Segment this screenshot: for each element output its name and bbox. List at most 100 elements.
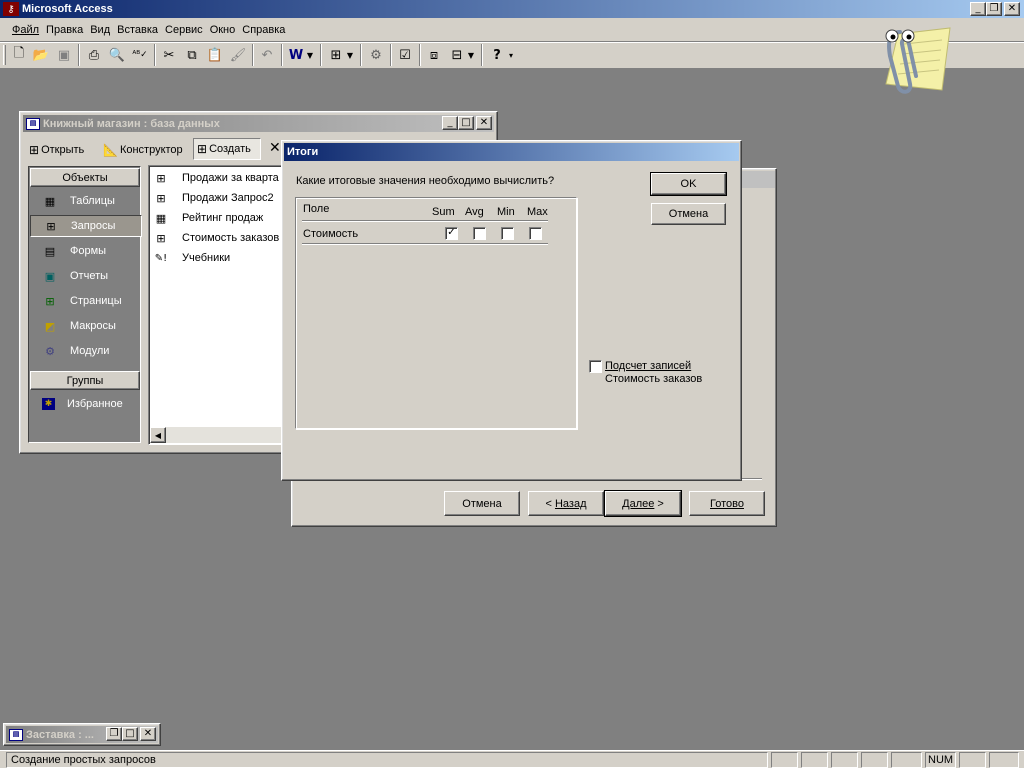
query-icon: ⊞ bbox=[156, 231, 166, 245]
cut-icon[interactable]: ✂ bbox=[158, 44, 180, 66]
wizard-finish-button[interactable]: Готово bbox=[689, 491, 765, 516]
list-item[interactable]: ⊞ Стоимость заказов bbox=[153, 229, 279, 247]
menu-view[interactable]: Вид bbox=[90, 24, 110, 36]
toolbar-grip[interactable] bbox=[3, 45, 6, 65]
query-icon: ⊞ bbox=[156, 171, 166, 185]
toolbar-separator bbox=[252, 44, 254, 66]
minimized-form-icon: ▤ bbox=[9, 728, 23, 741]
menu-help[interactable]: Справка bbox=[242, 24, 285, 36]
status-indicator bbox=[771, 752, 798, 768]
horizontal-scrollbar[interactable]: ◀ bbox=[150, 427, 287, 443]
preview-icon[interactable]: 🔍 bbox=[106, 44, 128, 66]
design-ruler-icon: 📐 bbox=[103, 143, 118, 157]
avg-checkbox[interactable] bbox=[473, 227, 486, 240]
report-icon: ▣ bbox=[44, 269, 56, 283]
code-icon[interactable]: ⚙ bbox=[365, 44, 387, 66]
new-object-dropdown-icon[interactable]: ▼ bbox=[466, 44, 476, 66]
office-links-dropdown-icon[interactable]: ▼ bbox=[305, 44, 315, 66]
list-item[interactable]: ▦ Рейтинг продаж bbox=[153, 209, 264, 227]
sum-column-header: Sum bbox=[432, 206, 455, 218]
restore-icon[interactable]: ❐ bbox=[986, 2, 1002, 16]
toolbar-separator bbox=[281, 44, 283, 66]
totals-dialog-title-bar[interactable]: Итоги bbox=[284, 143, 739, 161]
undo-icon[interactable]: ↶ bbox=[256, 44, 278, 66]
print-icon[interactable]: ⎙ bbox=[83, 44, 105, 66]
paste-icon[interactable]: 📋 bbox=[204, 44, 226, 66]
objects-header-button[interactable]: Объекты bbox=[30, 168, 140, 187]
relationships-icon[interactable]: ⧈ bbox=[423, 44, 445, 66]
count-records-label[interactable]: Подсчет записей Стоимость заказов bbox=[605, 360, 702, 386]
object-modules[interactable]: ⚙ Модули bbox=[30, 340, 142, 362]
save-icon[interactable]: ▣ bbox=[53, 44, 75, 66]
status-indicator bbox=[891, 752, 922, 768]
office-assistant[interactable] bbox=[858, 14, 954, 96]
totals-cancel-button[interactable]: Отмена bbox=[651, 203, 726, 225]
menu-window[interactable]: Окно bbox=[210, 24, 236, 36]
list-item[interactable]: ⊞ Продажи за кварта bbox=[153, 169, 278, 187]
office-links-icon[interactable]: W bbox=[285, 44, 307, 66]
db-minimize-icon[interactable]: _ bbox=[442, 116, 458, 130]
toolbar-separator bbox=[360, 44, 362, 66]
num-lock-indicator: NUM bbox=[925, 752, 956, 768]
wizard-back-button[interactable]: < Назад bbox=[528, 491, 604, 516]
menu-edit[interactable]: Правка bbox=[46, 24, 83, 36]
menu-tools[interactable]: Сервис bbox=[165, 24, 203, 36]
query-icon: ▦ bbox=[155, 211, 167, 225]
min-restore-icon[interactable]: ❐ bbox=[106, 727, 122, 741]
min-maximize-icon[interactable]: □ bbox=[122, 727, 138, 741]
totals-question: Какие итоговые значения необходимо вычис… bbox=[296, 175, 555, 187]
close-icon[interactable]: ✕ bbox=[1004, 2, 1020, 16]
menu-insert[interactable]: Вставка bbox=[117, 24, 158, 36]
new-object-icon[interactable]: ⊟ bbox=[446, 44, 468, 66]
sum-checkbox[interactable]: ✓ bbox=[445, 227, 458, 240]
objects-list-pane: ⊞ Продажи за кварта ⊞ Продажи Запрос2 ▦ Рей… bbox=[148, 165, 288, 445]
toolbar-separator bbox=[154, 44, 156, 66]
toolbar-separator bbox=[78, 44, 80, 66]
max-checkbox[interactable] bbox=[529, 227, 542, 240]
wizard-next-button[interactable]: Далее > bbox=[604, 490, 682, 517]
totals-dialog-title: Итоги bbox=[287, 146, 319, 158]
count-records-checkbox[interactable] bbox=[589, 360, 602, 373]
groups-header-button[interactable]: Группы bbox=[30, 371, 140, 390]
analyze-icon[interactable]: ⊞ bbox=[325, 44, 347, 66]
help-icon[interactable]: ? bbox=[486, 44, 508, 66]
menu-file[interactable]: Файл bbox=[12, 24, 39, 36]
totals-ok-button[interactable]: OK bbox=[650, 172, 727, 196]
group-favorites[interactable]: ✱ Избранное bbox=[30, 393, 142, 415]
database-window-title: Книжный магазин : база данных bbox=[43, 117, 220, 130]
db-create-button[interactable]: ⊞ Создать bbox=[193, 138, 261, 160]
database-window-title-bar[interactable]: ▤ Книжный магазин : база данных bbox=[23, 115, 494, 132]
db-design-button[interactable]: 📐 Конструктор bbox=[103, 140, 183, 160]
open-icon[interactable]: 📂 bbox=[30, 44, 52, 66]
format-painter-icon[interactable]: 🖌 bbox=[227, 44, 249, 66]
min-checkbox[interactable] bbox=[501, 227, 514, 240]
wizard-divider bbox=[742, 478, 762, 480]
list-item[interactable]: ✎! Учебники bbox=[153, 249, 230, 267]
scroll-left-icon[interactable]: ◀ bbox=[150, 427, 166, 443]
header-rule bbox=[302, 220, 548, 222]
list-item[interactable]: ⊞ Продажи Запрос2 bbox=[153, 189, 273, 207]
minimize-icon[interactable]: _ bbox=[970, 2, 986, 16]
db-maximize-icon[interactable]: □ bbox=[458, 116, 474, 130]
field-column-header: Поле bbox=[303, 203, 330, 215]
properties-icon[interactable]: ☑ bbox=[394, 44, 416, 66]
min-close-icon[interactable]: ✕ bbox=[140, 727, 156, 741]
object-forms[interactable]: ▤ Формы bbox=[30, 240, 142, 262]
object-macros[interactable]: ◩ Макросы bbox=[30, 315, 142, 337]
object-reports[interactable]: ▣ Отчеты bbox=[30, 265, 142, 287]
db-delete-icon[interactable]: ✕ bbox=[269, 140, 281, 156]
copy-icon[interactable]: ⧉ bbox=[181, 44, 203, 66]
macro-icon: ◩ bbox=[44, 319, 56, 333]
spelling-icon[interactable]: ᴬᴮ✓ bbox=[129, 44, 151, 66]
wizard-cancel-button[interactable]: Отмена bbox=[444, 491, 520, 516]
object-tables[interactable]: ▦ Таблицы bbox=[30, 190, 142, 212]
object-queries[interactable]: ⊞ Запросы bbox=[30, 215, 142, 237]
help-dropdown-icon[interactable]: ▾ bbox=[506, 44, 516, 66]
toolbar-separator bbox=[390, 44, 392, 66]
db-open-button[interactable]: ⊞ Открыть bbox=[29, 140, 84, 160]
object-pages[interactable]: ⊞ Страницы bbox=[30, 290, 142, 312]
wizard-title-bar-stub bbox=[742, 171, 775, 188]
new-icon[interactable]: 🗋 bbox=[8, 44, 30, 66]
analyze-dropdown-icon[interactable]: ▼ bbox=[345, 44, 355, 66]
db-close-icon[interactable]: ✕ bbox=[476, 116, 492, 130]
